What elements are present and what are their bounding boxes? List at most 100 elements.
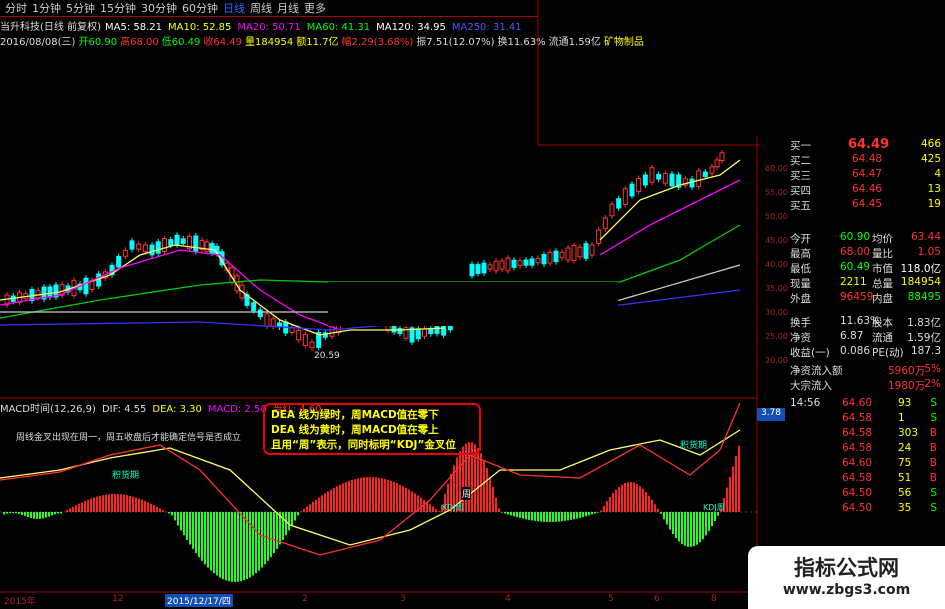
tick-direction: S bbox=[930, 397, 937, 409]
quote-row: 现量 2211 总量 184954 bbox=[760, 276, 945, 291]
date-axis-label: 2015/12/17/四 bbox=[165, 594, 233, 607]
moving-average-line bbox=[599, 179, 741, 256]
fund-row: 收益(一) 0.086 PE(动) 187.3 bbox=[760, 345, 945, 360]
watermark-title: 指标公式网 bbox=[794, 556, 899, 580]
tick-direction: B bbox=[929, 427, 937, 439]
flow-row: 大宗流入 1980万 2% bbox=[760, 378, 945, 393]
fund-key: PE(动) bbox=[872, 347, 904, 359]
quote-row: 最低 60.49 市值 118.0亿 bbox=[760, 261, 945, 276]
macd-header-item-2: DEA: 3.30 bbox=[152, 404, 202, 415]
bid-row: 买五 64.45 19 bbox=[760, 198, 945, 213]
candle-body bbox=[309, 341, 315, 349]
candle-body bbox=[709, 166, 715, 174]
fund-key: 收益(一) bbox=[790, 347, 830, 359]
tick-volume: 24 bbox=[898, 442, 912, 454]
fund-value: 187.3 bbox=[910, 345, 941, 357]
flow-value: 5960万 bbox=[888, 365, 926, 377]
bid-row: 买二 64.48 425 bbox=[760, 153, 945, 168]
tick-price: 64.58 bbox=[842, 412, 873, 424]
candle-body bbox=[162, 237, 167, 253]
fund-value: 6.87 bbox=[840, 330, 864, 342]
quote-key: 量比 bbox=[872, 248, 893, 260]
candle-body bbox=[583, 243, 589, 259]
fund-row: 换手 11.63% 股本 1.83亿 bbox=[760, 315, 945, 330]
bid-volume: 4 bbox=[934, 168, 941, 180]
quote-row: 今开 60.90 均价 63.44 bbox=[760, 231, 945, 246]
tick-row: 64.58 51 B bbox=[760, 472, 945, 487]
candle-body bbox=[622, 188, 628, 206]
quote-key: 外盘 bbox=[790, 293, 811, 305]
candle-body bbox=[535, 257, 541, 264]
quote-key: 市值 bbox=[872, 263, 893, 275]
candle-body bbox=[422, 328, 427, 337]
quote-key: 最高 bbox=[790, 248, 811, 260]
macd-note: 周线金叉出现在周一，周五收盘后才能确定信号是否成立 bbox=[16, 433, 242, 443]
tick-volume: 35 bbox=[898, 502, 912, 514]
date-axis-label: 5 bbox=[608, 594, 614, 604]
label-kdj: KDJ周 bbox=[442, 503, 464, 512]
candle-body bbox=[264, 313, 270, 327]
macd-header-item-0: MACD时间(12,26,9) bbox=[0, 404, 96, 415]
quote-value: 60.49 bbox=[840, 261, 871, 273]
candle-body bbox=[397, 328, 403, 334]
candle-body bbox=[523, 259, 529, 266]
flow-value: 1980万 bbox=[888, 380, 926, 392]
candle-body bbox=[428, 328, 434, 335]
tick-direction: S bbox=[930, 487, 937, 499]
annotation-line-2: DEA 线为黄时，周MACD值在零上 bbox=[271, 424, 439, 436]
bid-volume: 425 bbox=[920, 153, 941, 165]
annotation-box: DEA 线为绿时，周MACD值在零下 DEA 线为黄时，周MACD值在零上 且用… bbox=[263, 403, 481, 455]
candle-body bbox=[662, 173, 668, 184]
flow-pct: 2% bbox=[924, 378, 941, 390]
candle-body bbox=[596, 229, 602, 244]
tick-row: 64.50 35 S bbox=[760, 502, 945, 517]
candle-body bbox=[469, 263, 475, 277]
candle-body bbox=[714, 159, 720, 168]
candle-body bbox=[553, 250, 559, 263]
date-axis-label: 3 bbox=[400, 594, 406, 604]
tick-row: 14:56 64.60 93 S bbox=[760, 397, 945, 412]
tick-price: 64.58 bbox=[842, 472, 873, 484]
tick-row: 64.60 75 B bbox=[760, 457, 945, 472]
date-axis-label: 2015年 bbox=[4, 597, 36, 607]
candle-body bbox=[505, 257, 511, 272]
bid-label: 买二 bbox=[790, 155, 811, 167]
candle-body bbox=[669, 173, 675, 187]
quote-key: 最低 bbox=[790, 263, 811, 275]
quote-value: 68.00 bbox=[840, 246, 871, 258]
tick-volume: 303 bbox=[898, 427, 919, 439]
bid-row: 买四 64.46 13 bbox=[760, 183, 945, 198]
redaction-block bbox=[328, 282, 618, 326]
bid-price: 64.49 bbox=[848, 137, 890, 152]
candle-body bbox=[149, 244, 155, 256]
bid-label: 买五 bbox=[790, 200, 811, 212]
watermark-url: www.zbgs3.com bbox=[782, 582, 911, 598]
date-axis-label: 12 bbox=[112, 594, 124, 604]
quote-value: 1.05 bbox=[917, 246, 941, 258]
tick-price: 64.58 bbox=[842, 427, 873, 439]
candle-body bbox=[517, 260, 523, 267]
flow-pct: 5% bbox=[924, 363, 941, 375]
quote-key: 内盘 bbox=[872, 293, 893, 305]
bid-volume: 466 bbox=[920, 138, 941, 150]
date-axis-label: 4 bbox=[505, 594, 511, 604]
candle-body bbox=[136, 243, 142, 250]
candle-body bbox=[83, 277, 89, 295]
tick-volume: 56 bbox=[898, 487, 912, 499]
candle-body bbox=[193, 235, 199, 252]
candle-body bbox=[642, 174, 648, 186]
fund-key: 股本 bbox=[872, 317, 893, 329]
quote-panel: 买一 64.49 466 买二 64.48 425 买三 64.47 4 买四 64.46 13 买五 6… bbox=[760, 136, 945, 609]
bid-price: 64.46 bbox=[852, 183, 883, 195]
candle-body bbox=[47, 286, 53, 298]
candle-body bbox=[559, 251, 565, 259]
tick-row: 64.58 24 B bbox=[760, 442, 945, 457]
fund-value: 1.59亿 bbox=[907, 332, 941, 344]
macd-header-item-3: MACD: 2.50 bbox=[207, 404, 267, 415]
bid-label: 买三 bbox=[790, 170, 811, 182]
fund-key: 换手 bbox=[790, 317, 811, 329]
candle-body bbox=[696, 170, 702, 187]
annotation-line-3: 且用“周”表示，同时标明“KDJ”金叉位 bbox=[271, 439, 456, 451]
candle-body bbox=[180, 238, 186, 245]
date-axis-label: 6 bbox=[654, 594, 660, 604]
